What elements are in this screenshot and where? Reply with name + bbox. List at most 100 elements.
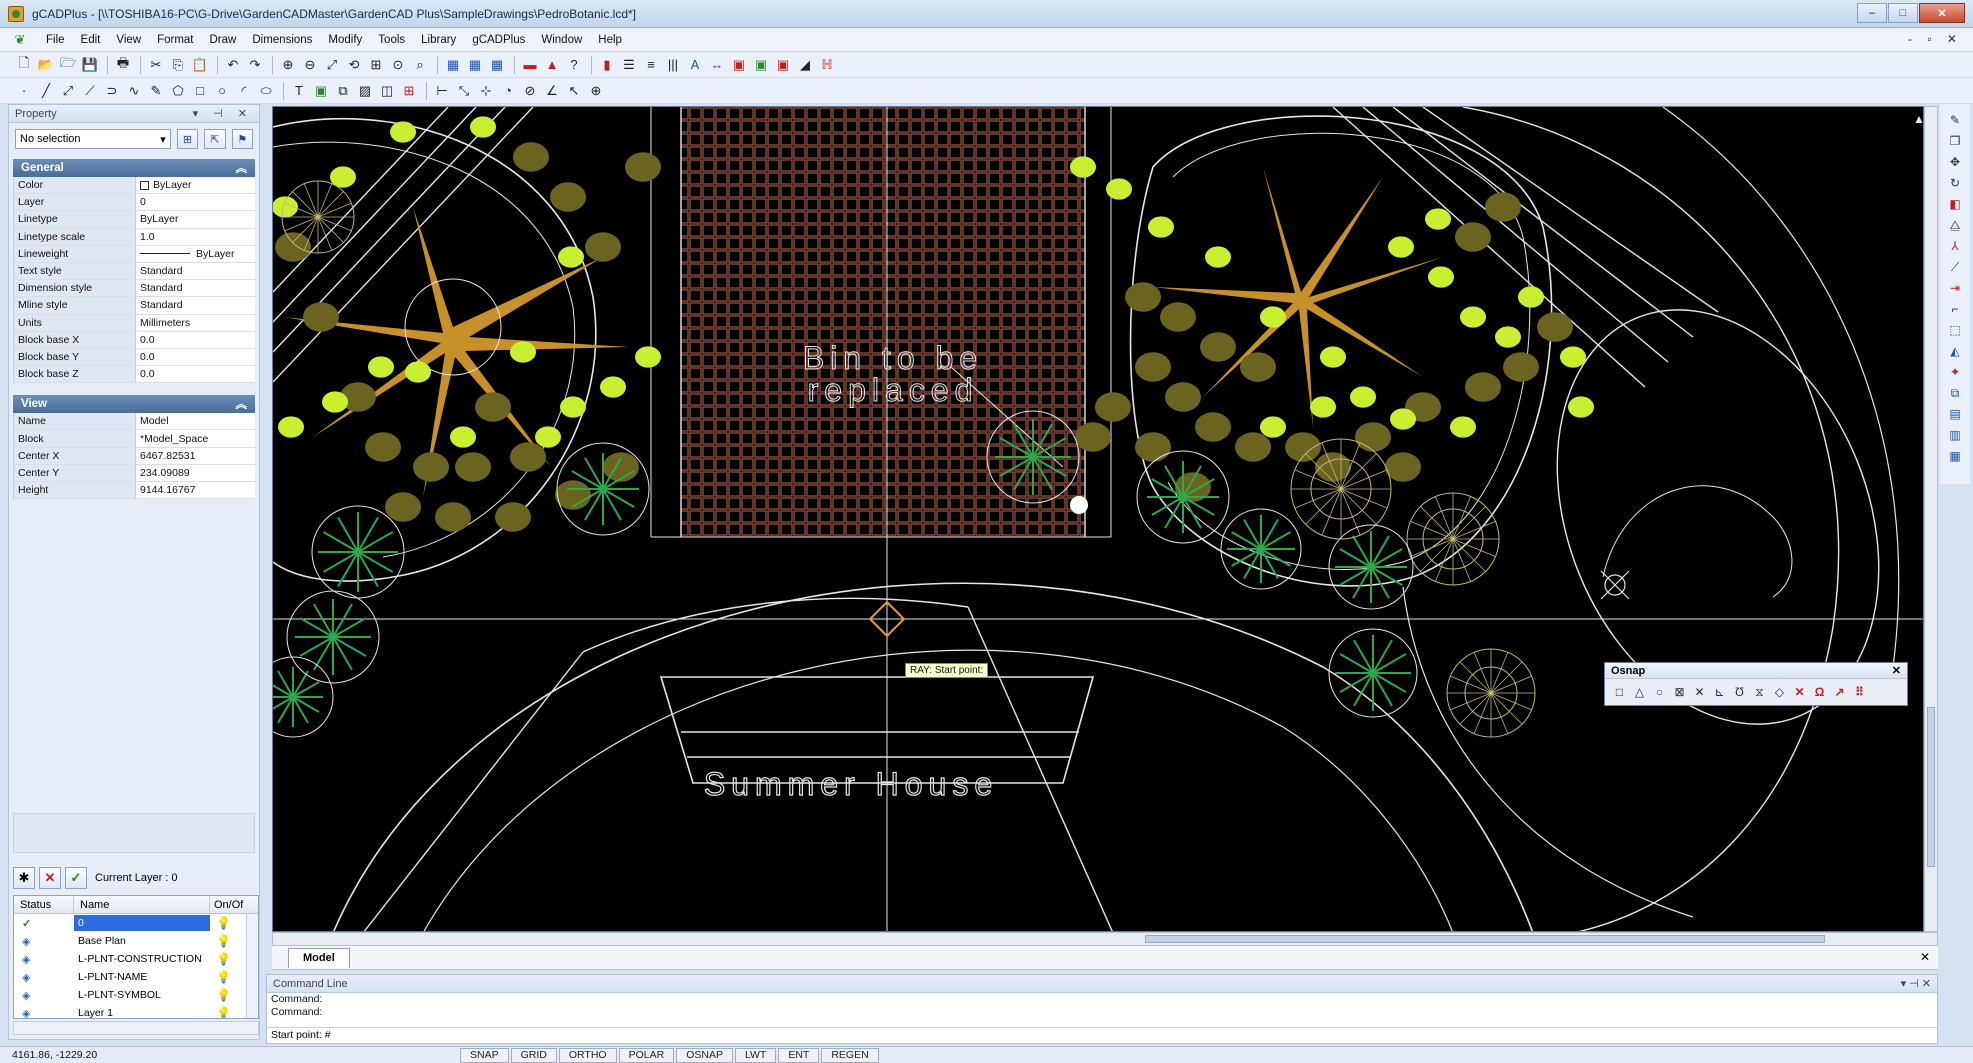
property-panel-controls[interactable]: ▾ ⊣ ✕ xyxy=(193,107,253,120)
collapse-icon[interactable]: ︽ xyxy=(236,160,248,176)
layer-name[interactable]: L-PLNT-NAME xyxy=(74,969,210,985)
menu-logo-icon[interactable]: ❦ xyxy=(8,32,32,47)
shrub-symbol[interactable] xyxy=(513,142,549,172)
property-row-layer[interactable]: Layer 0 xyxy=(14,194,255,212)
palm-symbol[interactable] xyxy=(273,667,323,727)
shrub-symbol[interactable] xyxy=(1503,352,1539,382)
layer-row[interactable]: ◈ L-PLNT-SYMBOL 💡 xyxy=(14,986,258,1004)
drawing-canvas[interactable]: Bin to be replaced Summer House ▲ RAY: S… xyxy=(272,106,1924,932)
match-properties-icon[interactable]: ▥ xyxy=(1945,425,1965,445)
group-icon[interactable]: ▦ xyxy=(1945,446,1965,466)
view-section-header[interactable]: View ︽ xyxy=(13,395,255,414)
layer-row[interactable]: ◈ Base Plan 💡 xyxy=(14,932,258,950)
property-row-linetype[interactable]: Linetype ByLayer xyxy=(14,211,255,229)
snap-magnet-icon[interactable]: Ω xyxy=(1811,682,1828,702)
property-value[interactable]: 9144.16767 xyxy=(136,482,255,499)
snap-center-icon[interactable]: ○ xyxy=(1651,682,1668,702)
menu-view[interactable]: View xyxy=(108,32,149,48)
layer-row[interactable]: ◈ Layer 1 💡 xyxy=(14,1004,258,1019)
property-row-lineweight[interactable]: Lineweight ByLayer xyxy=(14,245,255,263)
set-current-layer-icon[interactable]: ✓ xyxy=(65,867,87,889)
delete-layer-icon[interactable]: ✕ xyxy=(39,867,61,889)
menu-tools[interactable]: Tools xyxy=(370,32,413,48)
lawn-edge-curve[interactable] xyxy=(1462,107,1840,932)
shrub-symbol[interactable] xyxy=(405,361,431,383)
shrub-symbol[interactable] xyxy=(278,416,304,438)
shrub-symbol[interactable] xyxy=(1240,352,1276,382)
property-value[interactable]: 234.09089 xyxy=(136,464,255,481)
open-template-icon[interactable]: 🗁 xyxy=(58,55,78,75)
arc-icon[interactable]: ◜ xyxy=(234,81,254,101)
linetype-icon[interactable]: ≡ xyxy=(641,55,661,75)
shrub-symbol[interactable] xyxy=(1425,208,1451,230)
tab-model[interactable]: Model xyxy=(288,947,350,968)
shrub-symbol[interactable] xyxy=(390,121,416,143)
point-icon[interactable]: · xyxy=(14,81,34,101)
layer-list-scrollbar[interactable] xyxy=(246,914,258,1018)
command-input[interactable]: Start point: # xyxy=(267,1027,1937,1043)
layer-list-horizontal-scrollbar[interactable] xyxy=(13,1021,259,1035)
shrub-symbol[interactable] xyxy=(1450,416,1476,438)
property-row-text-style[interactable]: Text style Standard xyxy=(14,262,255,281)
break-icon[interactable]: ⌐ xyxy=(1945,299,1965,319)
menu-format[interactable]: Format xyxy=(149,32,201,48)
polar-toggle[interactable]: POLAR xyxy=(618,1047,675,1063)
snap-extension-icon[interactable]: ↗ xyxy=(1831,682,1848,702)
dim-angular-icon[interactable]: ∠ xyxy=(542,81,562,101)
canvas-horizontal-scrollbar[interactable] xyxy=(272,932,1938,946)
selection-dropdown[interactable]: No selection ▾ xyxy=(15,129,171,149)
property-row-block-base-z[interactable]: Block base Z 0.0 xyxy=(14,366,255,384)
region-icon[interactable]: ◫ xyxy=(377,81,397,101)
scroll-thumb[interactable] xyxy=(1927,707,1935,867)
circle-icon[interactable]: ○ xyxy=(212,81,232,101)
freehand-icon[interactable]: ✎ xyxy=(146,81,166,101)
shrub-symbol[interactable] xyxy=(1160,302,1196,332)
snap-tangent-icon[interactable]: Ʊ xyxy=(1731,682,1748,702)
snap-quadrant-icon[interactable]: ◇ xyxy=(1771,682,1788,702)
property-value[interactable]: 0.0 xyxy=(136,348,255,366)
cut-icon[interactable]: ✂ xyxy=(146,55,166,75)
property-value[interactable]: Millimeters xyxy=(136,314,255,331)
shrub-symbol[interactable] xyxy=(1200,332,1236,362)
zoom-out-icon[interactable]: ⊖ xyxy=(300,55,320,75)
layer-name[interactable]: L-PLNT-SYMBOL xyxy=(74,987,210,1003)
shrub-symbol[interactable] xyxy=(1260,416,1286,438)
property-value[interactable]: ByLayer xyxy=(136,177,255,194)
property-value[interactable]: 1.0 xyxy=(136,228,255,245)
shrub-symbol[interactable] xyxy=(1485,192,1521,222)
close-button[interactable]: ✕ xyxy=(1919,3,1965,23)
property-row-name[interactable]: Name Model xyxy=(14,413,255,431)
shrub-symbol[interactable] xyxy=(1320,346,1346,368)
dimension-style-icon[interactable]: ↔ xyxy=(707,55,727,75)
toggle-pickadd-icon[interactable]: ⚑ xyxy=(231,129,253,149)
open-folder-icon[interactable]: 📂 xyxy=(36,55,56,75)
array-icon[interactable]: ⅄ xyxy=(1945,236,1965,256)
layer-status-icon[interactable]: ◈ xyxy=(14,1007,74,1019)
shrub-symbol[interactable] xyxy=(550,182,586,212)
shrub-symbol[interactable] xyxy=(1560,346,1586,368)
insert-block-icon[interactable]: ▣ xyxy=(311,81,331,101)
shrub-symbol[interactable] xyxy=(1235,432,1271,462)
text-icon[interactable]: T xyxy=(289,81,309,101)
menu-library[interactable]: Library xyxy=(413,32,464,48)
label-summer-house[interactable]: Summer House xyxy=(703,765,998,802)
shrub-symbol[interactable] xyxy=(1165,382,1201,412)
lightbulb-icon[interactable]: 💡 xyxy=(210,988,231,1002)
property-row-mline-style[interactable]: Mline style Standard xyxy=(14,297,255,315)
property-value[interactable]: Standard xyxy=(136,262,255,280)
shrub-symbol[interactable] xyxy=(1465,372,1501,402)
properties-icon[interactable]: ▤ xyxy=(1945,404,1965,424)
trim-icon[interactable]: ⟋ xyxy=(1945,257,1965,277)
shrub-symbol[interactable] xyxy=(1390,408,1416,430)
maximize-button[interactable]: □ xyxy=(1888,3,1918,23)
color-palette-icon[interactable]: ▮ xyxy=(597,55,617,75)
column-on-off[interactable]: On/Of xyxy=(210,896,258,913)
line-icon[interactable]: ╱ xyxy=(36,81,56,101)
erase-icon[interactable]: ✎ xyxy=(1945,110,1965,130)
center-mark-icon[interactable]: ⊕ xyxy=(586,81,606,101)
lineweight-icon[interactable]: ||| xyxy=(663,55,683,75)
osnap-header[interactable]: Osnap ✕ xyxy=(1605,663,1907,679)
shrub-symbol[interactable] xyxy=(1455,222,1491,252)
palm-symbol[interactable] xyxy=(1335,531,1407,603)
leader-icon[interactable]: ↖ xyxy=(564,81,584,101)
